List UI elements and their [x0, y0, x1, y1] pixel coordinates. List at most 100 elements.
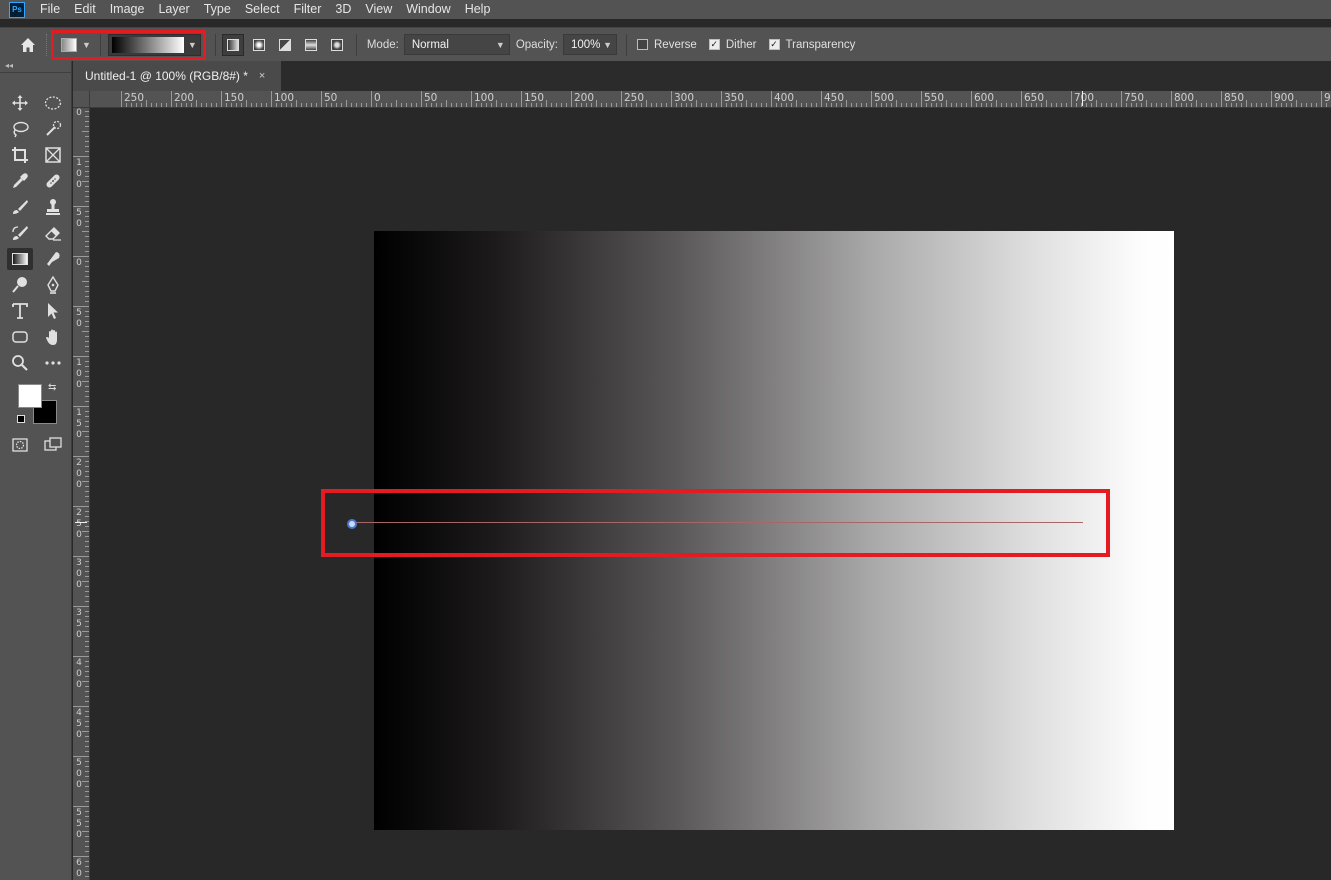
ruler-minor-tick [946, 100, 947, 107]
dodge-tool[interactable] [7, 274, 33, 296]
ruler-minor-tick [82, 681, 89, 682]
ruler-major-tick [73, 156, 89, 157]
ruler-minor-tick [1326, 103, 1327, 107]
mode-dropdown[interactable]: Normal ▼ [403, 34, 510, 55]
rectangle-tool[interactable] [7, 326, 33, 348]
menu-3d[interactable]: 3D [328, 0, 358, 19]
menu-help[interactable]: Help [458, 0, 498, 19]
ruler-minor-tick [85, 261, 89, 262]
pen-tool[interactable] [40, 274, 66, 296]
menu-image[interactable]: Image [103, 0, 152, 19]
menu-file[interactable]: File [33, 0, 67, 19]
ruler-minor-tick [85, 821, 89, 822]
vertical-ruler[interactable]: 0100500501001502002503003504004505005506… [73, 108, 90, 880]
ruler-minor-tick [931, 103, 932, 107]
reverse-checkbox[interactable] [637, 39, 648, 50]
screen-mode-button[interactable] [40, 434, 66, 456]
diamond-gradient-button[interactable] [326, 34, 348, 56]
close-icon[interactable]: × [259, 70, 265, 82]
ruler-major-tick [73, 356, 89, 357]
ruler-minor-tick [85, 401, 89, 402]
ruler-minor-tick [816, 103, 817, 107]
marquee-tool[interactable] [40, 92, 66, 114]
ruler-minor-tick [1046, 100, 1047, 107]
eraser-tool[interactable] [40, 222, 66, 244]
hand-tool[interactable] [40, 326, 66, 348]
quick-mask-icon [12, 438, 28, 452]
ruler-minor-tick [596, 100, 597, 107]
gradient-tool[interactable] [7, 248, 33, 270]
linear-gradient-button[interactable] [221, 33, 244, 56]
ruler-minor-tick [306, 103, 307, 107]
ruler-minor-tick [85, 446, 89, 447]
radial-gradient-button[interactable] [248, 34, 270, 56]
ruler-minor-tick [916, 103, 917, 107]
ruler-minor-tick [651, 103, 652, 107]
dither-checkbox[interactable]: ✓ [708, 39, 720, 50]
swap-colors-icon[interactable]: ⇆ [48, 382, 56, 393]
ruler-minor-tick [446, 100, 447, 107]
opacity-field[interactable]: 100% ▼ [563, 34, 617, 55]
ruler-minor-tick [85, 776, 89, 777]
ruler-minor-tick [296, 100, 297, 107]
menu-window[interactable]: Window [399, 0, 457, 19]
tool-preset-picker[interactable]: ▼ [61, 37, 91, 52]
menu-view[interactable]: View [358, 0, 399, 19]
quick-selection-tool[interactable] [40, 118, 66, 140]
ruler-minor-tick [85, 661, 89, 662]
ruler-minor-tick [1276, 103, 1277, 107]
menu-edit[interactable]: Edit [67, 0, 103, 19]
transparency-option[interactable]: ✓ Transparency [768, 39, 855, 51]
ruler-origin[interactable] [73, 91, 90, 108]
dither-option[interactable]: ✓ Dither [708, 39, 757, 51]
menu-type[interactable]: Type [197, 0, 238, 19]
lasso-tool[interactable] [7, 118, 33, 140]
smudge-tool[interactable] [40, 248, 66, 270]
ruler-minor-tick [85, 186, 89, 187]
horizontal-ruler[interactable]: 250 200 150 100 50 0 50 100 150 200 250 300 350 400 45… [73, 91, 1331, 108]
menu-select[interactable]: Select [238, 0, 287, 19]
ruler-minor-tick [301, 103, 302, 107]
ruler-major-tick [73, 856, 89, 857]
ruler-minor-tick [196, 100, 197, 107]
ruler-minor-tick [85, 496, 89, 497]
ruler-minor-tick [85, 686, 89, 687]
default-colors-icon[interactable] [17, 415, 25, 423]
collapse-panel-icon[interactable]: ◂◂ [5, 61, 13, 70]
crop-tool[interactable] [7, 144, 33, 166]
quick-mask-button[interactable] [7, 434, 33, 456]
ruler-minor-tick [85, 386, 89, 387]
ruler-minor-tick [256, 103, 257, 107]
transparency-checkbox[interactable]: ✓ [768, 39, 780, 50]
ruler-major-tick [73, 606, 89, 607]
reverse-option[interactable]: Reverse [637, 39, 697, 51]
ruler-minor-tick [831, 103, 832, 107]
brush-tool[interactable] [7, 196, 33, 218]
reflected-gradient-button[interactable] [300, 34, 322, 56]
gradient-picker[interactable]: ▼ [107, 33, 201, 56]
healing-brush-tool[interactable] [40, 170, 66, 192]
move-tool[interactable] [7, 92, 33, 114]
menu-layer[interactable]: Layer [151, 0, 196, 19]
options-grip[interactable] [46, 33, 49, 56]
ruler-minor-tick [731, 103, 732, 107]
angle-gradient-button[interactable] [274, 34, 296, 56]
type-tool[interactable] [7, 300, 33, 322]
foreground-color-swatch[interactable] [18, 384, 42, 408]
history-brush-tool[interactable] [7, 222, 33, 244]
ruler-minor-tick [396, 100, 397, 107]
ruler-minor-tick [1266, 103, 1267, 107]
home-button[interactable] [16, 33, 40, 57]
clone-stamp-tool[interactable] [40, 196, 66, 218]
ruler-minor-tick [85, 796, 89, 797]
eyedropper-tool[interactable] [7, 170, 33, 192]
ruler-minor-tick [1186, 103, 1187, 107]
document-tab[interactable]: Untitled-1 @ 100% (RGB/8#) * × [73, 61, 281, 91]
menu-filter[interactable]: Filter [287, 0, 329, 19]
ruler-minor-tick [85, 751, 89, 752]
frame-tool[interactable] [40, 144, 66, 166]
ruler-minor-tick [176, 103, 177, 107]
more-tools-button[interactable] [40, 352, 66, 374]
path-selection-tool[interactable] [40, 300, 66, 322]
zoom-tool[interactable] [7, 352, 33, 374]
